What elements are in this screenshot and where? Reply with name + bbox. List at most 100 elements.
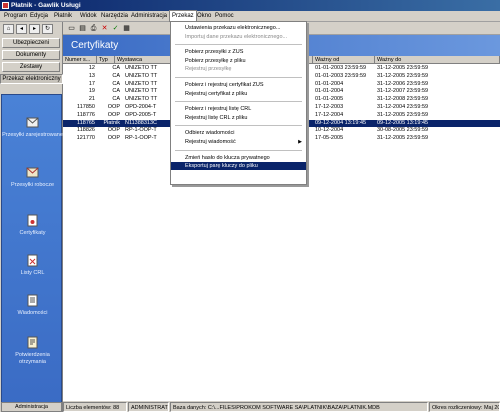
nav-item-label: Wiadomości: [17, 310, 48, 316]
back-icon[interactable]: ◂: [16, 24, 27, 34]
table-cell-od: 17-12-2003: [315, 104, 344, 110]
table-cell-do: 31-12-2008 23:59:59: [377, 96, 429, 103]
column-header-wazny-do[interactable]: Ważny do: [375, 56, 500, 64]
table-cell-do: 31-12-2005 23:59:59: [377, 65, 429, 71]
table-cell-typ: CA: [112, 65, 120, 71]
przekaz-menu-item[interactable]: Pobierz i rejestruj listę CRL: [171, 105, 306, 113]
menu-program[interactable]: Program: [4, 11, 27, 22]
menu-item-icon: [174, 91, 180, 97]
table-cell-num: 117850: [77, 104, 95, 110]
window-titlebar: Płatnik - Gawlik Usługi: [0, 0, 500, 11]
table-cell-do: 31-12-2006 23:59:59: [377, 80, 429, 87]
nav-item-wiadomosci[interactable]: Wiadomości: [2, 293, 63, 317]
nav-dokumenty-button[interactable]: Dokumenty: [2, 50, 60, 60]
nav-item-label: Certyfikaty: [19, 230, 46, 236]
column-header-numer[interactable]: Numer s...: [63, 56, 97, 64]
przekaz-menu-item[interactable]: Rejestruj listę CRL z pliku: [171, 114, 306, 122]
table-cell-num: 118826: [77, 127, 95, 134]
przekaz-menu-item[interactable]: Importuj dane przekazu elektronicznego..…: [171, 33, 306, 41]
table-cell-typ: CA: [112, 80, 120, 87]
table-cell-od: 17-05-2005: [315, 135, 344, 142]
properties-icon[interactable]: ▦: [122, 24, 131, 33]
menu-item-label: Pobierz przesyłki z ZUS: [185, 49, 244, 56]
new-doc-icon[interactable]: ▭: [67, 24, 76, 33]
table-cell-num: 121770: [76, 135, 95, 142]
menu-edycja[interactable]: Edycja: [30, 11, 48, 22]
print-icon[interactable]: ⎙: [89, 24, 98, 33]
menu-platnik[interactable]: Płatnik: [54, 11, 72, 22]
check-icon[interactable]: ✓: [111, 24, 120, 33]
przekaz-menu-item[interactable]: Ustawienia przekazu elektronicznego...: [171, 24, 306, 32]
status-count: Liczba elementów: 88: [63, 402, 127, 412]
nav-przekaz-button[interactable]: Przekaz elektroniczny: [0, 74, 63, 84]
menu-administracja[interactable]: Administracja: [131, 11, 167, 22]
menu-item-icon: [174, 66, 180, 72]
nav-ubezpieczeni-button[interactable]: Ubezpieczeni: [2, 38, 60, 48]
left-pane: ⌂ ◂ ▸ ↻ Ubezpieczeni Dokumenty Zestawy P…: [0, 22, 63, 412]
nav-administracja-button[interactable]: Administracja: [1, 402, 62, 412]
menu-item-label: Pobierz i rejestruj certyfikat ZUS: [185, 82, 264, 88]
przekaz-menu-item[interactable]: Zmień hasło do klucza prywatnego: [171, 154, 306, 162]
status-bar: Liczba elementów: 88 ADMINISTRATOR Baza …: [63, 400, 500, 412]
messages-icon: [27, 294, 38, 307]
table-cell-typ: Płatnik: [103, 119, 120, 126]
menu-narzedzia[interactable]: Narzędzia: [101, 11, 128, 22]
menu-item-icon: [174, 58, 180, 64]
table-cell-do: 31-12-2004 23:59:59: [377, 104, 429, 110]
crl-list-icon: [27, 254, 38, 267]
left-toolbar: ⌂ ◂ ▸ ↻: [0, 22, 63, 36]
column-header-wazny-od[interactable]: Ważny od: [313, 56, 375, 64]
menu-item-label: Rejestruj wiadomość: [185, 139, 236, 145]
delete-icon[interactable]: ✕: [100, 24, 109, 33]
menu-item-label: Eksportuj parę kluczy do pliku: [185, 163, 258, 170]
table-cell-num: 118765: [77, 119, 95, 126]
menu-separator: [175, 125, 302, 127]
table-cell-do: 30-08-2005 23:59:59: [377, 127, 429, 134]
przekaz-menu-item[interactable]: Pobierz i rejestruj certyfikat ZUS: [171, 81, 306, 89]
przekaz-menu-item[interactable]: Odbierz wiadomości: [171, 129, 306, 137]
przekaz-menu-item[interactable]: Rejestruj przesyłkę: [171, 65, 306, 73]
column-header-typ[interactable]: Typ: [97, 56, 115, 64]
table-cell-num: 12: [88, 65, 95, 71]
nav-zestawy-button[interactable]: Zestawy: [2, 62, 60, 72]
nav-item-certyfikaty[interactable]: Certyfikaty: [2, 213, 63, 237]
przekaz-menu-item[interactable]: Rejestruj certyfikat z pliku: [171, 90, 306, 98]
table-cell-num: 21: [88, 96, 95, 103]
menu-item-label: Pobierz przesyłkę z pliku: [185, 57, 246, 64]
menu-item-label: Rejestruj listę CRL z pliku: [185, 114, 248, 121]
menu-item-label: Rejestruj przesyłkę: [185, 66, 232, 73]
table-cell-do: 31-12-2005 23:59:59: [377, 111, 429, 118]
table-cell-typ: CA: [112, 72, 120, 79]
przekaz-menu-item[interactable]: Rejestruj wiadomość ▶: [171, 138, 306, 146]
menu-item-icon: [174, 49, 180, 55]
menu-item-label: Importuj dane przekazu elektronicznego..…: [185, 33, 288, 40]
home-icon[interactable]: ⌂: [3, 24, 14, 34]
table-cell-od: 01-01-2004: [315, 80, 344, 87]
przekaz-menu-item[interactable]: Pobierz przesyłkę z pliku: [171, 57, 306, 65]
certificate-icon: [27, 214, 38, 227]
przekaz-menu-item[interactable]: Pobierz przesyłki z ZUS: [171, 48, 306, 56]
draft-shipments-icon: [26, 167, 39, 178]
table-cell-typ: CA: [112, 96, 120, 103]
open-icon[interactable]: ▤: [78, 24, 87, 33]
table-cell-do: 31-12-2007 23:59:59: [377, 88, 429, 95]
nav-item-przesylki-robocze[interactable]: Przesyłki robocze: [2, 165, 63, 189]
table-cell-typ: CA: [112, 88, 120, 95]
window-title: Płatnik - Gawlik Usługi: [11, 2, 81, 9]
forward-icon[interactable]: ▸: [29, 24, 40, 34]
menu-item-label: Rejestruj certyfikat z pliku: [185, 90, 248, 97]
menu-item-icon: [174, 139, 180, 145]
przekaz-menu-item[interactable]: Eksportuj parę kluczy do pliku: [171, 162, 306, 171]
table-cell-typ: OOP: [107, 135, 120, 142]
refresh-icon[interactable]: ↻: [42, 24, 53, 34]
menu-separator: [175, 149, 302, 151]
nav-item-potwierdzenia[interactable]: Potwierdzenia otrzymania: [2, 335, 63, 366]
menu-item-icon: [174, 82, 180, 88]
table-cell-num: 19: [88, 88, 95, 95]
table-cell-do: 31-12-2005 23:59:59: [377, 135, 429, 142]
menu-separator: [175, 101, 302, 103]
nav-item-listy-crl[interactable]: Listy CRL: [2, 253, 63, 277]
nav-item-przesylki-zarejestrowane[interactable]: Przesyłki zarejestrowane: [2, 115, 63, 139]
menu-widok[interactable]: Widok: [80, 11, 97, 22]
table-cell-typ: OOP: [107, 111, 120, 118]
